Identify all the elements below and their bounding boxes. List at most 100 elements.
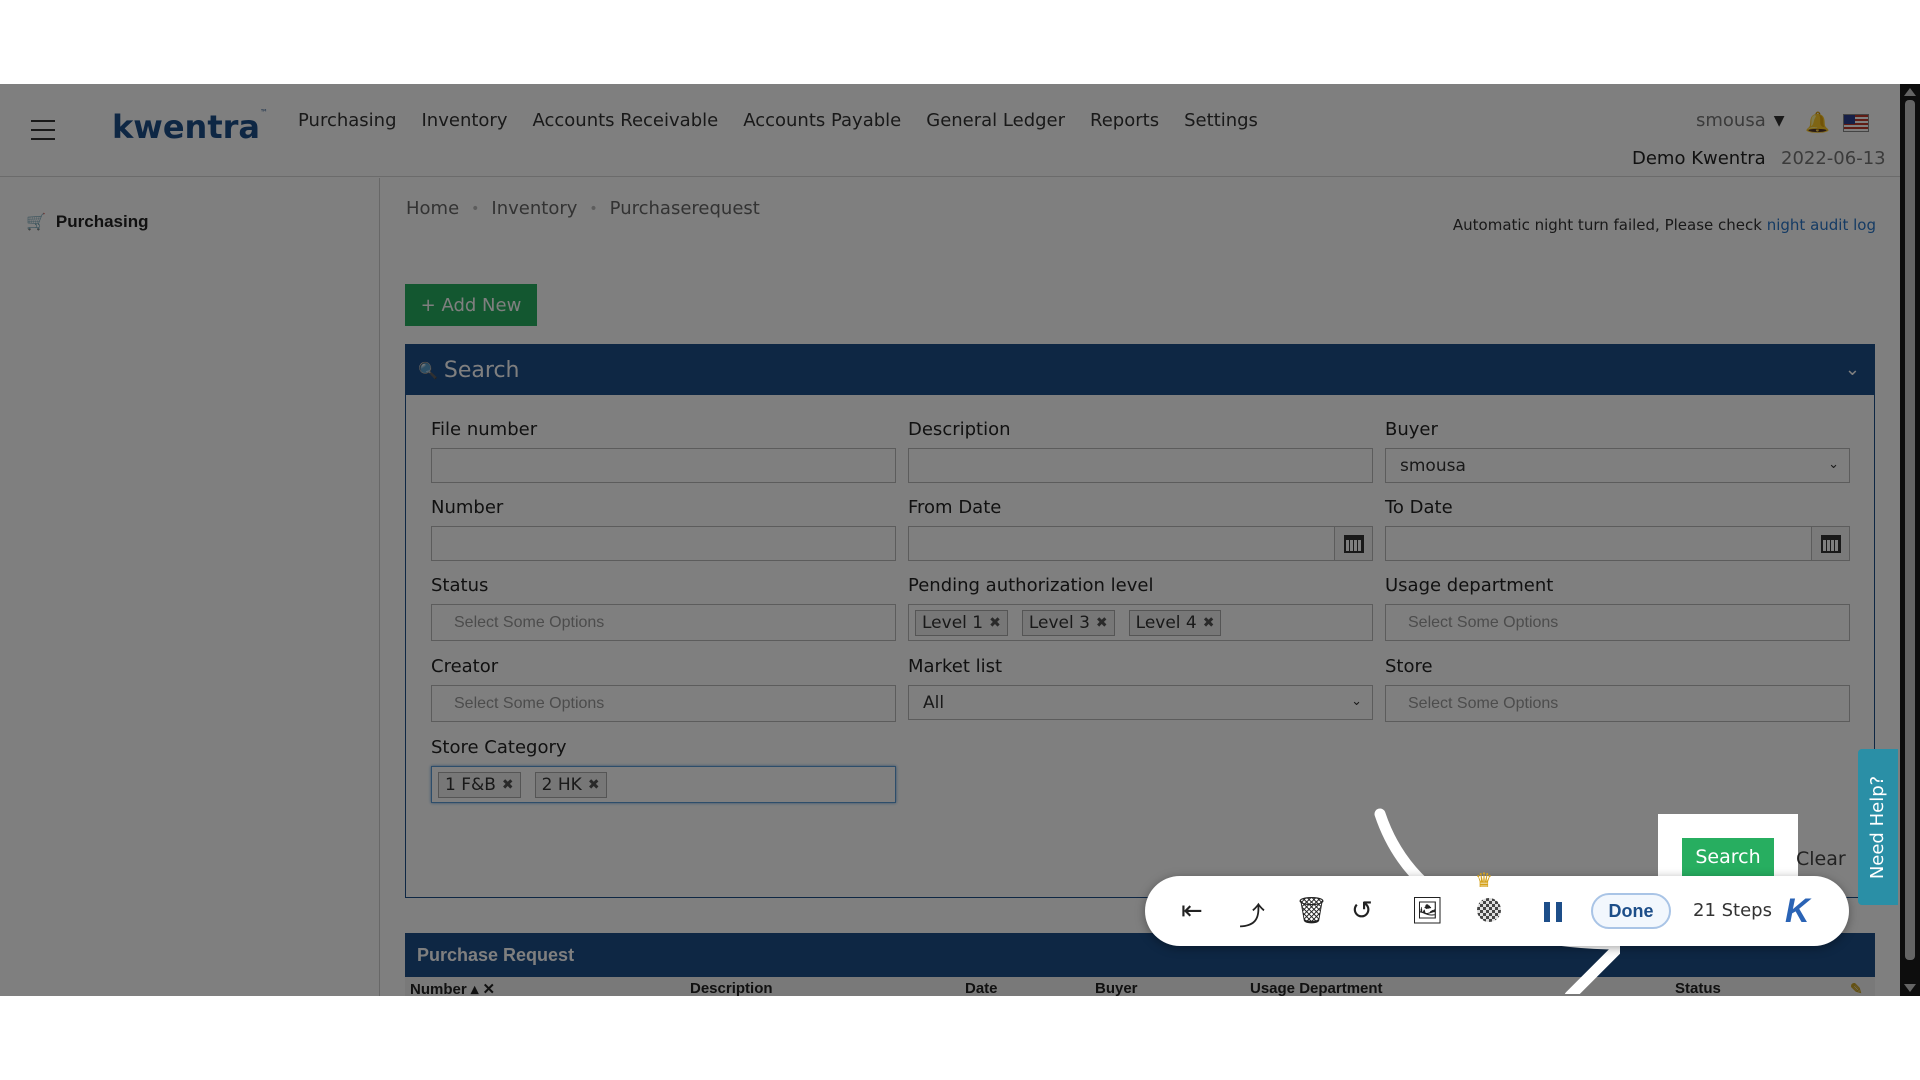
steps-count: 21 Steps	[1693, 900, 1772, 921]
breadcrumb-separator: •	[589, 200, 598, 217]
remove-tag-icon[interactable]: ✖	[1096, 615, 1108, 631]
creator-field: Creator Select Some Options	[431, 656, 896, 722]
store-field: Store Select Some Options	[1385, 656, 1850, 722]
scroll-up-icon[interactable]	[1904, 88, 1916, 96]
calendar-icon[interactable]	[1811, 527, 1849, 560]
breadcrumb: Home • Inventory • Purchaserequest	[406, 198, 760, 219]
market-list-select[interactable]: All ⌄	[908, 685, 1373, 720]
move-up-icon[interactable]: ⤴	[1239, 896, 1265, 933]
to-date-field: To Date	[1385, 497, 1850, 561]
category-tag: 2 HK ✖	[534, 771, 607, 798]
col-buyer[interactable]: Buyer	[1095, 980, 1138, 996]
level-tag: Level 4 ✖	[1128, 609, 1222, 636]
from-date-input[interactable]	[908, 526, 1373, 561]
remove-tag-icon[interactable]: ✖	[1203, 615, 1215, 631]
done-button[interactable]: Done	[1591, 893, 1671, 929]
status-field: Status Select Some Options	[431, 575, 896, 641]
nav-inventory[interactable]: Inventory	[422, 110, 508, 131]
nav-reports[interactable]: Reports	[1090, 110, 1159, 131]
top-header: kwentra™ Purchasing Inventory Accounts R…	[0, 84, 1900, 177]
breadcrumb-home[interactable]: Home	[406, 198, 459, 219]
chevron-down-icon: ⌄	[1351, 694, 1362, 709]
recorder-toolbar: ⇤ ⤴ 🗑 ↺ 🖼 ♛ Done 21 Steps K	[1145, 870, 1849, 946]
current-date: 2022-06-13	[1781, 148, 1886, 169]
col-description[interactable]: Description	[690, 980, 773, 996]
breadcrumb-current: Purchaserequest	[609, 198, 760, 219]
breadcrumb-inventory[interactable]: Inventory	[491, 198, 577, 219]
sidebar: 🛒 Purchasing	[0, 178, 380, 996]
main-nav: Purchasing Inventory Accounts Receivable…	[298, 110, 1283, 131]
user-menu[interactable]: smousa ▼	[1696, 110, 1785, 131]
cart-icon: 🛒	[26, 214, 46, 231]
calendar-icon[interactable]	[1334, 527, 1372, 560]
search-panel: 🔍 Search ⌄ File number Description Buyer…	[405, 344, 1875, 898]
file-number-input[interactable]	[431, 448, 896, 483]
description-input[interactable]	[908, 448, 1373, 483]
blur-icon[interactable]	[1477, 898, 1501, 922]
sidebar-item-purchasing[interactable]: 🛒 Purchasing	[26, 212, 149, 232]
col-number[interactable]: Number ▴ ✕	[410, 980, 495, 996]
pointer-arrow-icon	[1374, 808, 1620, 994]
scroll-down-icon[interactable]	[1904, 984, 1916, 992]
search-panel-title: Search	[443, 357, 520, 383]
buyer-field: Buyer smousa ⌄	[1385, 419, 1850, 483]
scrollbar-thumb[interactable]	[1905, 100, 1915, 960]
crown-icon: ♛	[1475, 870, 1493, 892]
market-list-field: Market list All ⌄	[908, 656, 1373, 720]
table-header-row: Number ▴ ✕ Description Date Buyer Usage …	[405, 977, 1875, 996]
trash-icon[interactable]: 🗑	[1295, 896, 1328, 926]
store-category-multiselect[interactable]: 1 F&B ✖ 2 HK ✖	[431, 766, 896, 803]
night-audit-log-link[interactable]: night audit log	[1767, 216, 1876, 234]
search-button[interactable]: Search	[1682, 838, 1774, 876]
nav-general-ledger[interactable]: General Ledger	[926, 110, 1065, 131]
number-field: Number	[431, 497, 896, 561]
chevron-down-icon: ▼	[1773, 112, 1785, 129]
chevron-down-icon: ⌄	[1828, 457, 1839, 472]
clear-button[interactable]: Clear	[1796, 848, 1846, 870]
usage-department-multiselect[interactable]: Select Some Options	[1385, 604, 1850, 641]
from-date-field: From Date	[908, 497, 1373, 561]
category-tag: 1 F&B ✖	[438, 771, 521, 798]
nav-accounts-receivable[interactable]: Accounts Receivable	[532, 110, 718, 131]
creator-multiselect[interactable]: Select Some Options	[431, 685, 896, 722]
buyer-select[interactable]: smousa ⌄	[1385, 448, 1850, 483]
need-help-tab[interactable]: Need Help?	[1858, 749, 1898, 905]
undo-icon[interactable]: ↺	[1351, 896, 1373, 926]
search-icon: 🔍	[418, 360, 438, 380]
remove-tag-icon[interactable]: ✖	[502, 777, 514, 793]
pause-icon[interactable]	[1544, 902, 1562, 922]
pending-level-multiselect[interactable]: Level 1 ✖ Level 3 ✖ Level 4 ✖	[908, 604, 1373, 641]
store-category-field: Store Category 1 F&B ✖ 2 HK ✖	[431, 737, 896, 803]
store-multiselect[interactable]: Select Some Options	[1385, 685, 1850, 722]
search-panel-header[interactable]: 🔍 Search ⌄	[406, 345, 1874, 395]
to-date-input[interactable]	[1385, 526, 1850, 561]
number-input[interactable]	[431, 526, 896, 561]
pending-level-field: Pending authorization level Level 1 ✖ Lev…	[908, 575, 1373, 641]
app-viewport: kwentra™ Purchasing Inventory Accounts R…	[0, 84, 1920, 996]
username: smousa	[1696, 110, 1766, 131]
col-status[interactable]: Status	[1675, 980, 1721, 996]
kwentra-logo[interactable]: kwentra™	[112, 108, 268, 146]
col-date[interactable]: Date	[965, 980, 998, 996]
pencil-icon[interactable]: ✎	[1850, 980, 1863, 996]
image-icon[interactable]: 🖼	[1411, 896, 1444, 926]
status-multiselect[interactable]: Select Some Options	[431, 604, 896, 641]
nav-settings[interactable]: Settings	[1184, 110, 1258, 131]
description-field: Description	[908, 419, 1373, 483]
nav-accounts-payable[interactable]: Accounts Payable	[743, 110, 901, 131]
first-step-icon[interactable]: ⇤	[1181, 896, 1203, 926]
add-new-button[interactable]: + Add New	[405, 284, 537, 326]
level-tag: Level 1 ✖	[915, 609, 1008, 636]
company-name: Demo Kwentra	[1632, 148, 1766, 169]
nav-purchasing[interactable]: Purchasing	[298, 110, 397, 131]
us-flag-icon[interactable]	[1843, 114, 1869, 132]
vertical-scrollbar[interactable]	[1900, 84, 1920, 996]
hamburger-menu-icon[interactable]	[31, 120, 55, 140]
remove-tag-icon[interactable]: ✖	[588, 777, 600, 793]
night-audit-alert: Automatic night turn failed, Please chec…	[1452, 216, 1876, 234]
chevron-down-icon[interactable]: ⌄	[1845, 359, 1860, 380]
file-number-field: File number	[431, 419, 896, 483]
bell-icon[interactable]: 🔔	[1805, 110, 1830, 135]
recorder-logo: K	[1785, 892, 1810, 930]
remove-tag-icon[interactable]: ✖	[989, 615, 1001, 631]
